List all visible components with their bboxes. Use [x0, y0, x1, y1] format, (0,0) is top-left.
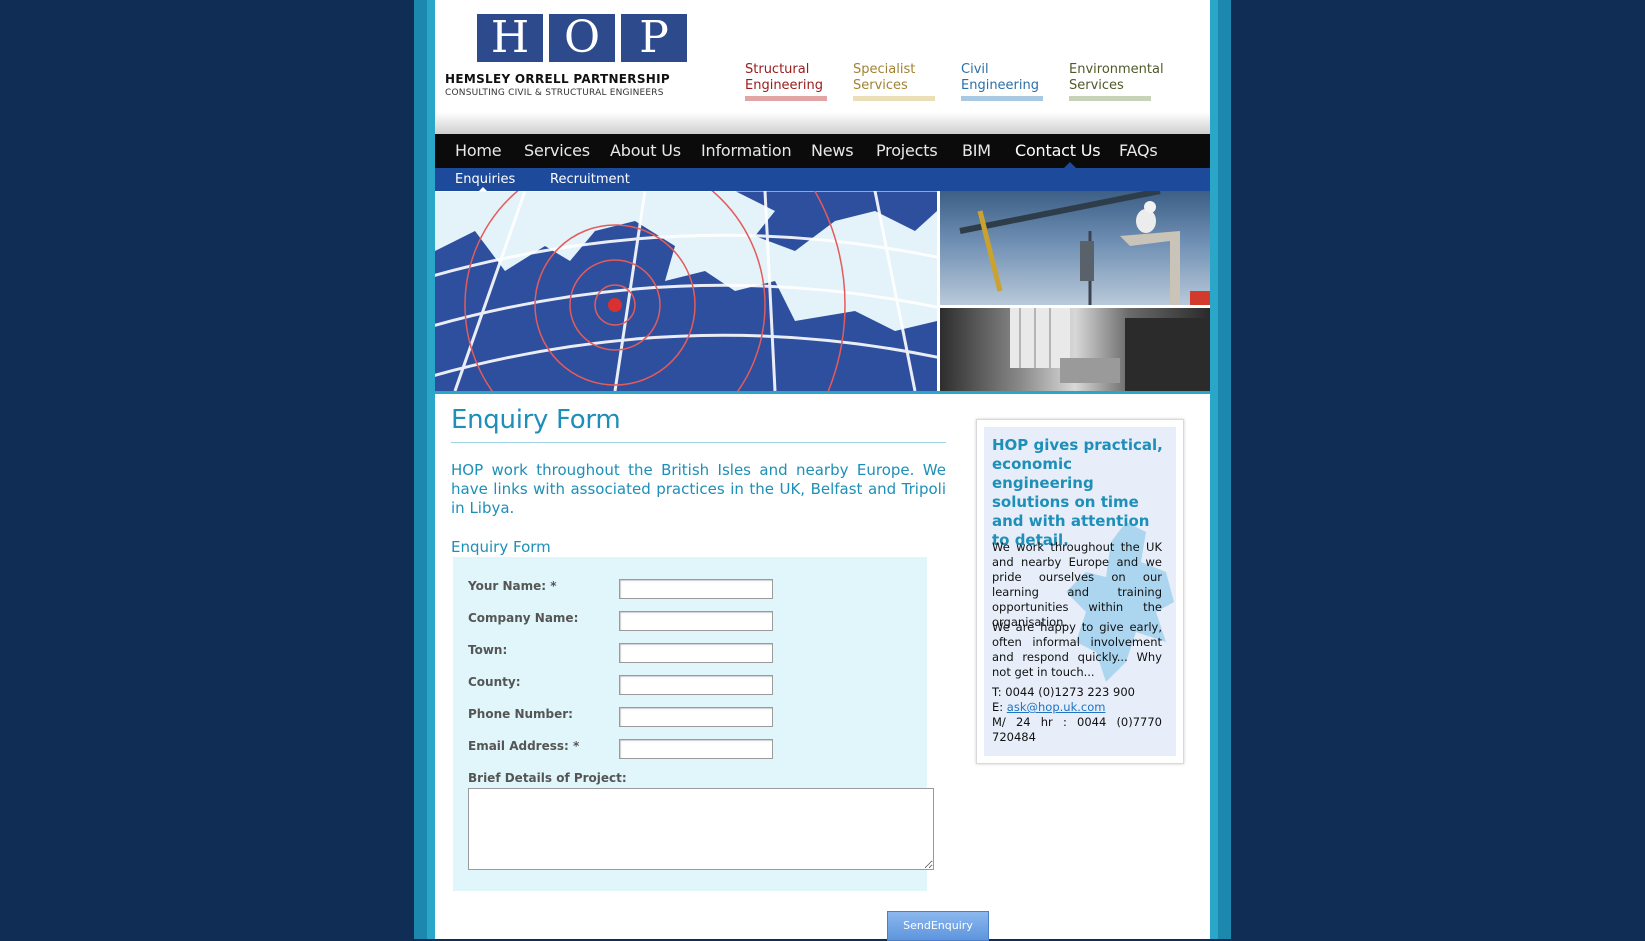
service-label-line1: Civil — [961, 62, 989, 77]
nav-projects[interactable]: Projects — [876, 134, 938, 168]
service-link-environmental[interactable]: Environmental Services — [1069, 62, 1164, 101]
label-your-name: Your Name: * — [468, 579, 557, 593]
frame-edge-left — [414, 0, 427, 939]
contact-sidebar: HOP gives practical, economic engineerin… — [976, 419, 1184, 764]
logo-letter-o: O — [549, 14, 615, 62]
service-link-specialist[interactable]: Specialist Services — [853, 62, 939, 101]
subnav-enquiries-label: Enquiries — [455, 172, 516, 187]
nav-home[interactable]: Home — [455, 134, 502, 168]
subnav-recruitment[interactable]: Recruitment — [550, 168, 630, 191]
form-heading: Enquiry Form — [451, 538, 551, 556]
sidebar-heading: HOP gives practical, economic engineerin… — [992, 436, 1163, 549]
label-company-name: Company Name: — [468, 611, 579, 625]
logo-letter-p: P — [621, 14, 687, 62]
service-underline — [1069, 96, 1151, 101]
sidebar-paragraph-1: We work throughout the UK and nearby Eur… — [992, 540, 1162, 629]
main-nav: Home Services About Us Information News … — [435, 134, 1210, 168]
send-enquiry-button[interactable]: SendEnquiry — [887, 911, 989, 941]
service-label-line2: Services — [853, 78, 908, 93]
nav-information[interactable]: Information — [701, 134, 792, 168]
service-label-line1: Environmental — [1069, 62, 1164, 77]
nav-faqs[interactable]: FAQs — [1119, 134, 1158, 168]
intro-text: HOP work throughout the British Isles an… — [451, 461, 946, 517]
service-label-line2: Services — [1069, 78, 1124, 93]
your-name-input[interactable] — [619, 579, 773, 599]
town-input[interactable] — [619, 643, 773, 663]
sidebar-email-prefix: E: — [992, 700, 1007, 714]
sidebar-panel: HOP gives practical, economic engineerin… — [984, 427, 1176, 756]
europe-map-image — [435, 191, 937, 391]
hop-logo[interactable]: H O P HEMSLEY ORRELL PARTNERSHIP CONSULT… — [445, 14, 687, 98]
company-name-input[interactable] — [619, 611, 773, 631]
sub-nav: Enquiries Recruitment — [435, 168, 1210, 191]
service-link-structural[interactable]: Structural Engineering — [745, 62, 831, 101]
banner — [435, 191, 1210, 391]
sidebar-email-row: E: ask@hop.uk.com — [992, 700, 1162, 715]
service-label-line2: Engineering — [961, 78, 1039, 93]
label-project-details: Brief Details of Project: — [468, 771, 627, 785]
logo-letter-h: H — [477, 14, 543, 62]
logo-letters: H O P — [477, 14, 687, 62]
service-label-line2: Engineering — [745, 78, 823, 93]
main-content: Enquiry Form HOP work throughout the Bri… — [451, 405, 946, 556]
nav-news[interactable]: News — [811, 134, 854, 168]
sidebar-phone: T: 0044 (0)1273 223 900 — [992, 685, 1135, 699]
page-title: Enquiry Form — [451, 405, 621, 435]
service-underline — [745, 96, 827, 101]
page: H O P HEMSLEY ORRELL PARTNERSHIP CONSULT… — [435, 0, 1210, 941]
service-label-line1: Specialist — [853, 62, 916, 77]
phone-number-input[interactable] — [619, 707, 773, 727]
nav-contact-us-label: Contact Us — [1015, 141, 1101, 160]
label-phone-number: Phone Number: — [468, 707, 573, 721]
email-address-input[interactable] — [619, 739, 773, 759]
company-tagline: CONSULTING CIVIL & STRUCTURAL ENGINEERS — [445, 88, 664, 98]
label-town: Town: — [468, 643, 508, 657]
nav-services[interactable]: Services — [524, 134, 590, 168]
office-photo — [940, 308, 1210, 391]
county-input[interactable] — [619, 675, 773, 695]
nav-about-us[interactable]: About Us — [610, 134, 681, 168]
company-name: HEMSLEY ORRELL PARTNERSHIP — [445, 72, 670, 86]
project-details-textarea[interactable] — [468, 788, 934, 870]
service-link-civil[interactable]: Civil Engineering — [961, 62, 1047, 101]
enquiry-form: Your Name: * Company Name: Town: County:… — [453, 557, 934, 891]
banner-divider — [435, 391, 1210, 394]
sidebar-paragraph-2: We are happy to give early, often inform… — [992, 620, 1162, 679]
service-label-line1: Structural — [745, 62, 810, 77]
header-fade — [435, 112, 1210, 134]
label-county: County: — [468, 675, 521, 689]
service-underline — [853, 96, 935, 101]
frame-edge-right — [1218, 0, 1231, 939]
sidebar-mobile: M/ 24 hr : 0044 (0)7770 720484 — [992, 715, 1162, 744]
nav-contact-us[interactable]: Contact Us — [1015, 134, 1124, 168]
crane-photo — [940, 191, 1210, 305]
title-divider — [451, 442, 946, 443]
sidebar-email-link[interactable]: ask@hop.uk.com — [1007, 700, 1106, 714]
subnav-enquiries[interactable]: Enquiries — [455, 168, 515, 191]
service-underline — [961, 96, 1043, 101]
label-email-address: Email Address: * — [468, 739, 580, 753]
nav-bim[interactable]: BIM — [962, 134, 991, 168]
